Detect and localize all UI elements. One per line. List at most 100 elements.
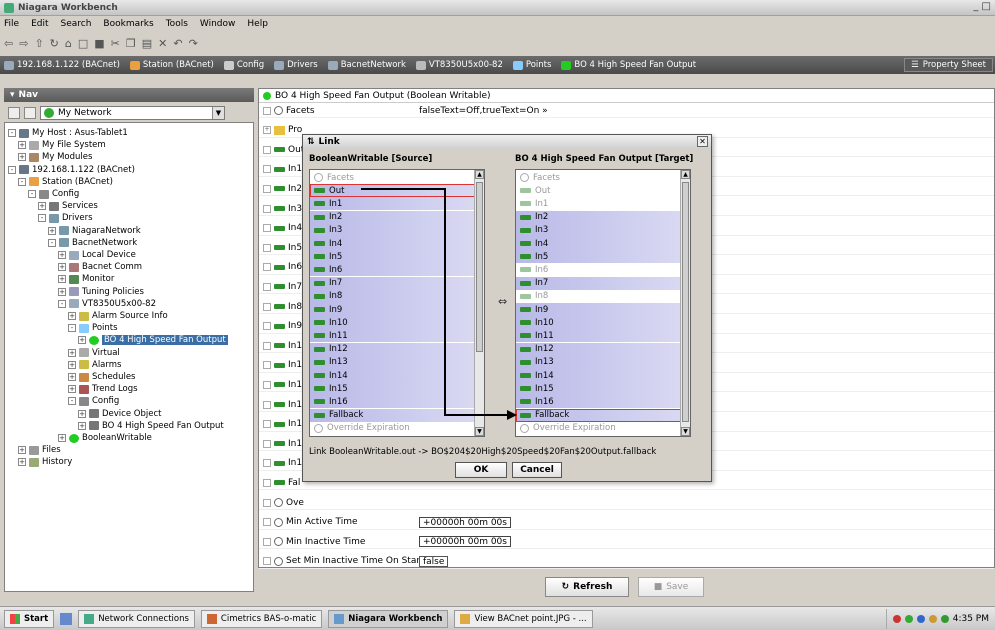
expand-icon[interactable]: [263, 224, 271, 233]
up-icon[interactable]: ⇧: [34, 37, 43, 50]
home-icon[interactable]: ⌂: [65, 37, 72, 50]
tree-node[interactable]: -192.168.1.122 (BACnet): [8, 164, 135, 176]
taskbar-item[interactable]: Niagara Workbench: [328, 609, 449, 628]
expand-icon[interactable]: +: [68, 348, 76, 357]
taskbar-item[interactable]: Network Connections: [78, 609, 195, 628]
tree-node[interactable]: + My Modules: [18, 151, 92, 163]
tree-node[interactable]: - Drivers: [38, 212, 93, 224]
copy-icon[interactable]: ❐: [126, 37, 136, 50]
nav-root-select[interactable]: My Network ▼: [40, 105, 225, 120]
expand-icon[interactable]: [263, 361, 271, 370]
tree-node[interactable]: + Services: [38, 200, 98, 212]
tree-node[interactable]: + Tuning Policies: [58, 286, 144, 298]
property-value[interactable]: falseText=Off,trueText=On »: [419, 106, 548, 116]
expand-icon[interactable]: [263, 145, 271, 154]
expand-icon[interactable]: +: [78, 409, 86, 418]
tree-node[interactable]: + NiagaraNetwork: [48, 225, 141, 237]
quicklaunch-icon[interactable]: [60, 612, 73, 625]
collapse-icon[interactable]: -: [58, 299, 66, 308]
nav-back-icon[interactable]: [8, 106, 20, 119]
menu-edit[interactable]: Edit: [31, 19, 48, 29]
tree-node[interactable]: + My File System: [18, 139, 106, 151]
collapse-icon[interactable]: -: [38, 214, 46, 223]
tree-node[interactable]: - Config: [28, 188, 79, 200]
collapse-icon[interactable]: -: [8, 165, 16, 174]
expand-icon[interactable]: +: [58, 251, 66, 259]
expand-icon[interactable]: [263, 341, 271, 350]
property-row[interactable]: Facets falseText=Off,trueText=On »: [259, 104, 994, 118]
expand-icon[interactable]: +: [18, 446, 26, 455]
expand-icon[interactable]: +: [58, 287, 66, 296]
expand-icon[interactable]: +: [18, 458, 26, 467]
collapse-icon[interactable]: -: [48, 238, 56, 247]
breadcrumb-item[interactable]: BacnetNetwork: [327, 60, 406, 70]
tree-node[interactable]: + Monitor: [58, 273, 114, 285]
expand-icon[interactable]: [263, 557, 271, 566]
breadcrumb-item[interactable]: BO 4 High Speed Fan Output: [561, 60, 696, 70]
tray-icon[interactable]: [892, 615, 901, 623]
expand-icon[interactable]: [263, 204, 271, 213]
tree-node[interactable]: + Device Object: [78, 408, 161, 420]
expand-icon[interactable]: [263, 282, 271, 291]
paste-icon[interactable]: ▤: [142, 37, 152, 50]
expand-icon[interactable]: +: [58, 263, 66, 272]
tree-node[interactable]: + Alarm Source Info: [68, 310, 168, 322]
window-controls[interactable]: _ □: [973, 1, 991, 12]
breadcrumb-item[interactable]: Drivers: [274, 60, 318, 70]
property-row[interactable]: Min Active Time +00000h 00m 00s: [259, 516, 994, 530]
cut-icon[interactable]: ✂: [111, 37, 120, 50]
collapse-icon[interactable]: -: [68, 324, 76, 333]
property-sheet-button[interactable]: ☰ Property Sheet: [904, 58, 993, 72]
expand-icon[interactable]: [263, 165, 271, 174]
property-value[interactable]: +00000h 00m 00s: [419, 536, 511, 548]
breadcrumb-item[interactable]: VT8350U5x00-82: [415, 60, 503, 70]
expand-icon[interactable]: +: [58, 434, 66, 442]
expand-icon[interactable]: +: [48, 226, 56, 235]
collapse-icon[interactable]: -: [28, 190, 36, 198]
tree-node[interactable]: + Local Device: [58, 249, 136, 261]
breadcrumb-item[interactable]: Points: [512, 60, 551, 70]
menu-tools[interactable]: Tools: [166, 19, 188, 29]
collapse-icon[interactable]: -: [8, 129, 16, 137]
taskbar-item[interactable]: View BACnet point.JPG - ...: [454, 609, 593, 628]
expand-icon[interactable]: [263, 380, 271, 389]
refresh-button[interactable]: ↻ Refresh: [545, 577, 629, 597]
menu-search[interactable]: Search: [61, 19, 92, 29]
collapse-icon[interactable]: -: [18, 177, 26, 186]
tree-node[interactable]: - BacnetNetwork: [48, 237, 137, 249]
tree-node[interactable]: + BooleanWritable: [58, 432, 152, 444]
tree-node[interactable]: + Files: [18, 444, 61, 456]
expand-icon[interactable]: [263, 400, 271, 409]
save-button[interactable]: ■ Save: [638, 577, 704, 597]
collapse-icon[interactable]: ▾: [10, 90, 15, 100]
expand-icon[interactable]: [263, 518, 271, 527]
expand-icon[interactable]: +: [78, 421, 86, 430]
tree-node[interactable]: + Bacnet Comm: [58, 261, 142, 273]
tree-node[interactable]: - My Host : Asus-Tablet1: [8, 127, 128, 139]
nav-forward-icon[interactable]: [24, 106, 36, 119]
menu-window[interactable]: Window: [200, 19, 236, 29]
tree-node[interactable]: - Config: [68, 395, 119, 407]
tree-node[interactable]: - Station (BACnet): [18, 176, 113, 188]
chevron-down-icon[interactable]: ▼: [212, 106, 224, 119]
expand-icon[interactable]: +: [58, 275, 66, 284]
refresh-icon[interactable]: ↻: [50, 37, 59, 50]
menu-help[interactable]: Help: [247, 19, 268, 29]
open-icon[interactable]: □: [78, 37, 88, 50]
expand-icon[interactable]: +: [18, 153, 26, 162]
tray-icon[interactable]: [916, 615, 925, 623]
tree-node[interactable]: - Points: [68, 322, 118, 334]
tree-node[interactable]: - VT8350U5x00-82: [58, 298, 156, 310]
tray-icon[interactable]: [928, 615, 937, 623]
back-icon[interactable]: ⇦: [4, 37, 13, 50]
expand-icon[interactable]: +: [68, 312, 76, 320]
tree-node[interactable]: + BO 4 High Speed Fan Output: [78, 420, 224, 432]
expand-icon[interactable]: [263, 263, 271, 272]
expand-icon[interactable]: +: [78, 336, 86, 345]
forward-icon[interactable]: ⇨: [19, 37, 28, 50]
breadcrumb-item[interactable]: Config: [223, 60, 264, 70]
tree-node[interactable]: + Schedules: [68, 371, 136, 383]
menu-file[interactable]: File: [4, 19, 19, 29]
tree-node[interactable]: + Trend Logs: [68, 383, 138, 395]
expand-icon[interactable]: [263, 478, 271, 487]
